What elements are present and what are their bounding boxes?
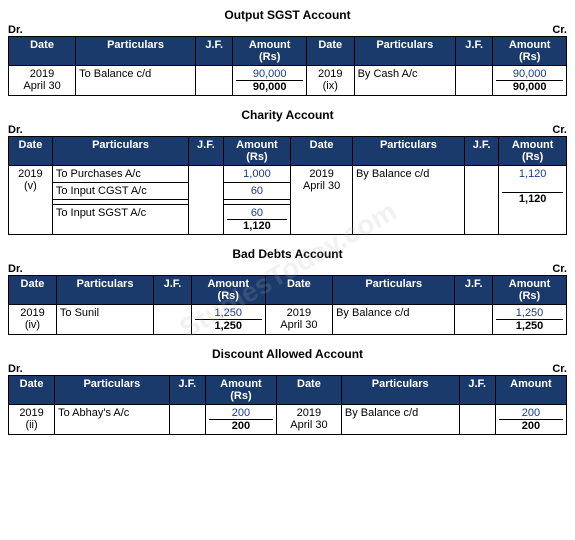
dr-label-3: Dr. [8, 263, 23, 275]
th-date-r: Date [306, 37, 354, 66]
table-row: 2019(iv) To Sunil 1,250 1,250 2019April … [9, 305, 567, 335]
dr-label-4: Dr. [8, 363, 23, 375]
th-amount-l2: Amount(Rs) [223, 137, 291, 166]
dr-label-2: Dr. [8, 124, 23, 136]
jf-right-3 [455, 305, 493, 335]
dr-cr-row: Dr. Cr. [8, 24, 567, 36]
th-particulars-l: Particulars [76, 37, 196, 66]
date-left-3: 2019(iv) [9, 305, 57, 335]
charity-title: Charity Account [8, 108, 567, 122]
th-date-l: Date [9, 37, 76, 66]
th-date-l2: Date [9, 137, 53, 166]
th-date-l3: Date [9, 276, 57, 305]
output-sgst-table: Date Particulars J.F. Amount(Rs) Date Pa… [8, 36, 567, 96]
th-jf-r: J.F. [455, 37, 492, 66]
amount-left-2a: 1,000 [223, 166, 291, 183]
dr-cr-row-4: Dr. Cr. [8, 363, 567, 375]
charity-table: Date Particulars J.F. Amount(Rs) Date Pa… [8, 136, 567, 235]
jf-left-3 [154, 305, 192, 335]
jf-left [195, 66, 232, 96]
date-right-2: 2019April 30 [291, 166, 353, 235]
th-amount-l3: Amount(Rs) [191, 276, 265, 305]
th-particulars-l4: Particulars [55, 376, 170, 405]
particular-left-4: To Abhay's A/c [55, 405, 170, 435]
particular-left: To Balance c/d [76, 66, 196, 96]
dr-cr-row-3: Dr. Cr. [8, 263, 567, 275]
jf-right [455, 66, 492, 96]
th-particulars-r3: Particulars [333, 276, 455, 305]
dr-cr-row-2: Dr. Cr. [8, 124, 567, 136]
th-amount-r2: Amount(Rs) [499, 137, 567, 166]
th-amount-r: Amount(Rs) [493, 37, 567, 66]
th-particulars-r2: Particulars [352, 137, 464, 166]
date-left-4: 2019(ii) [9, 405, 55, 435]
th-jf-l3: J.F. [154, 276, 192, 305]
cr-label-4: Cr. [552, 363, 567, 375]
discount-allowed-table: Date Particulars J.F. Amount(Rs) Date Pa… [8, 375, 567, 435]
th-particulars-l2: Particulars [52, 137, 188, 166]
amount-left-3: 1,250 1,250 [191, 305, 265, 335]
date-right-4: 2019April 30 [276, 405, 341, 435]
particular-left-2d: To Input SGST A/c [52, 205, 188, 235]
th-amount-l4: Amount(Rs) [205, 376, 276, 405]
th-date-r3: Date [265, 276, 332, 305]
table-row: 2019(v) To Purchases A/c 1,000 2019April… [9, 166, 567, 183]
jf-right-2 [464, 166, 498, 235]
particular-right-2: By Balance c/d [352, 166, 464, 235]
amount-right: 90,000 90,000 [493, 66, 567, 96]
th-date-r4: Date [276, 376, 341, 405]
date-right-3: 2019April 30 [265, 305, 332, 335]
th-jf-r2: J.F. [464, 137, 498, 166]
table-row: 2019April 30 To Balance c/d 90,000 90,00… [9, 66, 567, 96]
charity-section: Charity Account Dr. Cr. Date Particulars… [8, 108, 567, 235]
th-amount-r4: Amount [495, 376, 566, 405]
th-jf-r3: J.F. [455, 276, 493, 305]
jf-left-4 [169, 405, 205, 435]
bad-debts-table: Date Particulars J.F. Amount(Rs) Date Pa… [8, 275, 567, 335]
bad-debts-section: Bad Debts Account Dr. Cr. Date Particula… [8, 247, 567, 335]
bad-debts-title: Bad Debts Account [8, 247, 567, 261]
particular-left-2a: To Purchases A/c [52, 166, 188, 183]
date-left-2: 2019(v) [9, 166, 53, 235]
cr-label: Cr. [552, 24, 567, 36]
particular-right: By Cash A/c [354, 66, 455, 96]
amount-right-2: 1,120 1,120 [499, 166, 567, 235]
cr-label-3: Cr. [552, 263, 567, 275]
th-amount-r3: Amount(Rs) [493, 276, 567, 305]
th-amount-l: Amount(Rs) [233, 37, 307, 66]
output-sgst-title: Output SGST Account [8, 8, 567, 22]
particular-left-2b: To Input CGST A/c [52, 183, 188, 200]
jf-right-4 [459, 405, 495, 435]
table-row: 2019(ii) To Abhay's A/c 200 200 2019Apri… [9, 405, 567, 435]
discount-allowed-title: Discount Allowed Account [8, 347, 567, 361]
th-jf-l2: J.F. [189, 137, 223, 166]
particular-left-3: To Sunil [56, 305, 153, 335]
particular-right-3: By Balance c/d [333, 305, 455, 335]
amount-left-2d: 60 1,120 [223, 205, 291, 235]
cr-label-2: Cr. [552, 124, 567, 136]
th-jf-l: J.F. [195, 37, 232, 66]
date-right: 2019(ix) [306, 66, 354, 96]
amount-right-3: 1,250 1,250 [493, 305, 567, 335]
th-date-l4: Date [9, 376, 55, 405]
amount-right-4: 200 200 [495, 405, 566, 435]
th-particulars-r4: Particulars [341, 376, 459, 405]
jf-left-2 [189, 166, 223, 235]
dr-label: Dr. [8, 24, 23, 36]
particular-right-4: By Balance c/d [341, 405, 459, 435]
amount-left-4: 200 200 [205, 405, 276, 435]
th-particulars-r: Particulars [354, 37, 455, 66]
date-left: 2019April 30 [9, 66, 76, 96]
th-jf-r4: J.F. [459, 376, 495, 405]
amount-left-2b: 60 [223, 183, 291, 200]
th-jf-l4: J.F. [169, 376, 205, 405]
th-date-r2: Date [291, 137, 353, 166]
discount-allowed-section: Discount Allowed Account Dr. Cr. Date Pa… [8, 347, 567, 435]
th-particulars-l3: Particulars [56, 276, 153, 305]
amount-left: 90,000 90,000 [233, 66, 307, 96]
output-sgst-section: Output SGST Account Dr. Cr. Date Particu… [8, 8, 567, 96]
